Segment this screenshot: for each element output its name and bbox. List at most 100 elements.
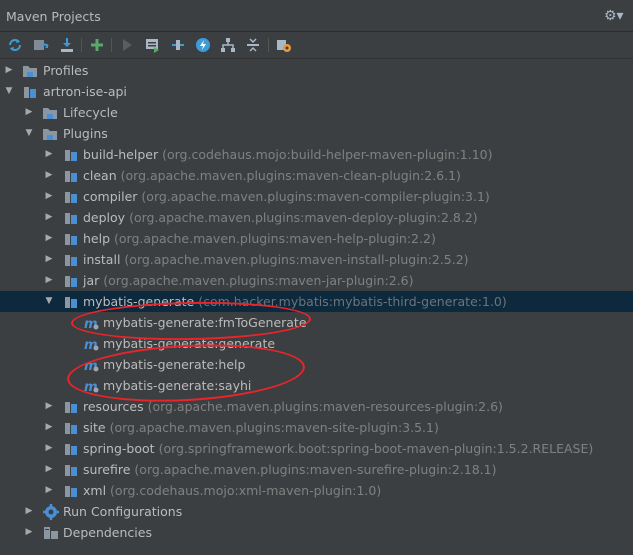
tree-node-lifecycle[interactable]: ▶ Lifecycle bbox=[0, 102, 633, 123]
tree-node-label: Lifecycle bbox=[63, 105, 118, 120]
tree-node-plugin[interactable]: ▶ spring-boot (org.springframework.boot:s… bbox=[0, 438, 633, 459]
plugin-icon bbox=[65, 276, 77, 287]
plugin-icon bbox=[65, 234, 77, 245]
plugin-name: xml bbox=[83, 483, 107, 498]
expand-arrow-icon[interactable]: ▶ bbox=[43, 480, 55, 501]
toolbar-separator bbox=[111, 38, 112, 52]
plugin-icon bbox=[65, 486, 77, 497]
dependencies-icon bbox=[44, 527, 58, 539]
toggle-offline-icon[interactable] bbox=[168, 35, 188, 55]
maven-project-icon bbox=[24, 87, 36, 98]
plugin-name: deploy bbox=[83, 210, 126, 225]
plugin-coordinates: (org.springframework.boot:spring-boot-ma… bbox=[158, 441, 594, 456]
plugin-coordinates: (org.codehaus.mojo:build-helper-maven-pl… bbox=[162, 147, 493, 162]
expand-arrow-icon[interactable]: ▶ bbox=[43, 165, 55, 186]
plugin-coordinates: (org.apache.maven.plugins:maven-surefire… bbox=[134, 462, 497, 477]
tree-node-dependencies[interactable]: ▶ Dependencies bbox=[0, 522, 633, 543]
expand-arrow-icon[interactable]: ▶ bbox=[23, 501, 35, 522]
tree-node-plugin[interactable]: ▶ help (org.apache.maven.plugins:maven-he… bbox=[0, 228, 633, 249]
tree-node-plugin[interactable]: ▶ build-helper (org.codehaus.mojo:build-h… bbox=[0, 144, 633, 165]
tree-node-goal[interactable]: m mybatis-generate:sayhi bbox=[0, 375, 633, 396]
plugin-coordinates: (org.apache.maven.plugins:maven-site-plu… bbox=[109, 420, 439, 435]
collapse-arrow-icon[interactable]: ▼ bbox=[23, 123, 35, 144]
tree-node-label: Plugins bbox=[63, 126, 108, 141]
plugin-name: site bbox=[83, 420, 106, 435]
tree-node-plugin[interactable]: ▶ site (org.apache.maven.plugins:maven-si… bbox=[0, 417, 633, 438]
plugin-icon bbox=[65, 192, 77, 203]
skip-tests-icon[interactable] bbox=[193, 35, 213, 55]
panel-title: Maven Projects bbox=[6, 9, 101, 24]
plugin-icon bbox=[65, 444, 77, 455]
plugin-coordinates: (org.apache.maven.plugins:maven-compiler… bbox=[141, 189, 490, 204]
maven-goal-icon: m bbox=[84, 317, 99, 331]
execute-goal-icon[interactable] bbox=[143, 35, 163, 55]
tree-node-goal[interactable]: m mybatis-generate:help bbox=[0, 354, 633, 375]
maven-goal-icon: m bbox=[84, 338, 99, 352]
folder-icon bbox=[43, 108, 57, 119]
plugin-name: help bbox=[83, 231, 111, 246]
plugin-coordinates: (org.apache.maven.plugins:maven-clean-pl… bbox=[120, 168, 461, 183]
goal-label: mybatis-generate:fmToGenerate bbox=[103, 315, 307, 330]
expand-arrow-icon[interactable]: ▶ bbox=[3, 60, 15, 81]
expand-arrow-icon[interactable]: ▶ bbox=[23, 102, 35, 123]
tree-node-plugin[interactable]: ▶ compiler (org.apache.maven.plugins:mave… bbox=[0, 186, 633, 207]
download-icon[interactable] bbox=[57, 35, 77, 55]
toolbar-separator bbox=[268, 38, 269, 52]
expand-arrow-icon[interactable]: ▶ bbox=[43, 270, 55, 291]
plugin-icon bbox=[65, 465, 77, 476]
tree-node-project[interactable]: ▼ artron-ise-api bbox=[0, 81, 633, 102]
tree-node-profiles[interactable]: ▶ Profiles bbox=[0, 60, 633, 81]
gear-icon[interactable]: ⚙▾ bbox=[604, 8, 626, 24]
plugin-name: resources bbox=[83, 399, 144, 414]
plugin-icon bbox=[65, 150, 77, 161]
show-dependencies-icon[interactable] bbox=[218, 35, 238, 55]
tree-node-plugin[interactable]: ▶ deploy (org.apache.maven.plugins:maven-… bbox=[0, 207, 633, 228]
expand-arrow-icon[interactable]: ▶ bbox=[43, 228, 55, 249]
expand-arrow-icon[interactable]: ▶ bbox=[43, 144, 55, 165]
tree-node-plugin[interactable]: ▶ xml (org.codehaus.mojo:xml-maven-plugin… bbox=[0, 480, 633, 501]
folder-icon bbox=[43, 129, 57, 140]
plugin-name: clean bbox=[83, 168, 117, 183]
tree-node-plugin[interactable]: ▶ clean (org.apache.maven.plugins:maven-c… bbox=[0, 165, 633, 186]
expand-arrow-icon[interactable]: ▶ bbox=[43, 186, 55, 207]
tree-node-label: Profiles bbox=[43, 63, 89, 78]
settings-icon[interactable] bbox=[274, 35, 294, 55]
tree-node-plugins[interactable]: ▼ Plugins bbox=[0, 123, 633, 144]
tree-node-plugin[interactable]: ▶ resources (org.apache.maven.plugins:mav… bbox=[0, 396, 633, 417]
tree-node-plugin-selected[interactable]: ▼ mybatis-generate (com.hacker.mybatis:my… bbox=[0, 291, 633, 312]
plugin-name: mybatis-generate bbox=[83, 294, 195, 309]
expand-arrow-icon[interactable]: ▶ bbox=[23, 522, 35, 543]
goal-label: mybatis-generate:help bbox=[103, 357, 246, 372]
maven-projects-panel: Maven Projects ⚙▾ ▶ Profiles ▼ artron-is… bbox=[0, 0, 633, 555]
plugin-coordinates: (org.apache.maven.plugins:maven-help-plu… bbox=[114, 231, 436, 246]
plugin-icon bbox=[65, 255, 77, 266]
plugin-name: jar bbox=[83, 273, 100, 288]
tree-node-label: Dependencies bbox=[63, 525, 152, 540]
add-icon[interactable] bbox=[87, 35, 107, 55]
tree-node-run-configurations[interactable]: ▶ Run Configurations bbox=[0, 501, 633, 522]
run-icon[interactable] bbox=[117, 35, 137, 55]
collapse-arrow-icon[interactable]: ▼ bbox=[43, 291, 55, 312]
expand-arrow-icon[interactable]: ▶ bbox=[43, 249, 55, 270]
reimport-icon[interactable] bbox=[5, 35, 25, 55]
expand-arrow-icon[interactable]: ▶ bbox=[43, 438, 55, 459]
generate-sources-icon[interactable] bbox=[31, 35, 51, 55]
expand-arrow-icon[interactable]: ▶ bbox=[43, 459, 55, 480]
plugin-name: build-helper bbox=[83, 147, 159, 162]
plugin-coordinates: (com.hacker.mybatis:mybatis-third-genera… bbox=[198, 294, 507, 309]
tree-node-plugin[interactable]: ▶ jar (org.apache.maven.plugins:maven-jar… bbox=[0, 270, 633, 291]
plugin-icon bbox=[65, 297, 77, 308]
tree-node-plugin[interactable]: ▶ surefire (org.apache.maven.plugins:mave… bbox=[0, 459, 633, 480]
tree-node-plugin[interactable]: ▶ install (org.apache.maven.plugins:maven… bbox=[0, 249, 633, 270]
plugin-name: compiler bbox=[83, 189, 138, 204]
folder-icon bbox=[23, 66, 37, 77]
collapse-all-icon[interactable] bbox=[243, 35, 263, 55]
expand-arrow-icon[interactable]: ▶ bbox=[43, 207, 55, 228]
tree-node-goal[interactable]: m mybatis-generate:fmToGenerate bbox=[0, 312, 633, 333]
tree-node-goal[interactable]: m mybatis-generate:generate bbox=[0, 333, 633, 354]
plugin-coordinates: (org.apache.maven.plugins:maven-resource… bbox=[147, 399, 503, 414]
expand-arrow-icon[interactable]: ▶ bbox=[43, 417, 55, 438]
expand-arrow-icon[interactable]: ▶ bbox=[43, 396, 55, 417]
collapse-arrow-icon[interactable]: ▼ bbox=[3, 81, 15, 102]
plugin-coordinates: (org.apache.maven.plugins:maven-jar-plug… bbox=[103, 273, 414, 288]
